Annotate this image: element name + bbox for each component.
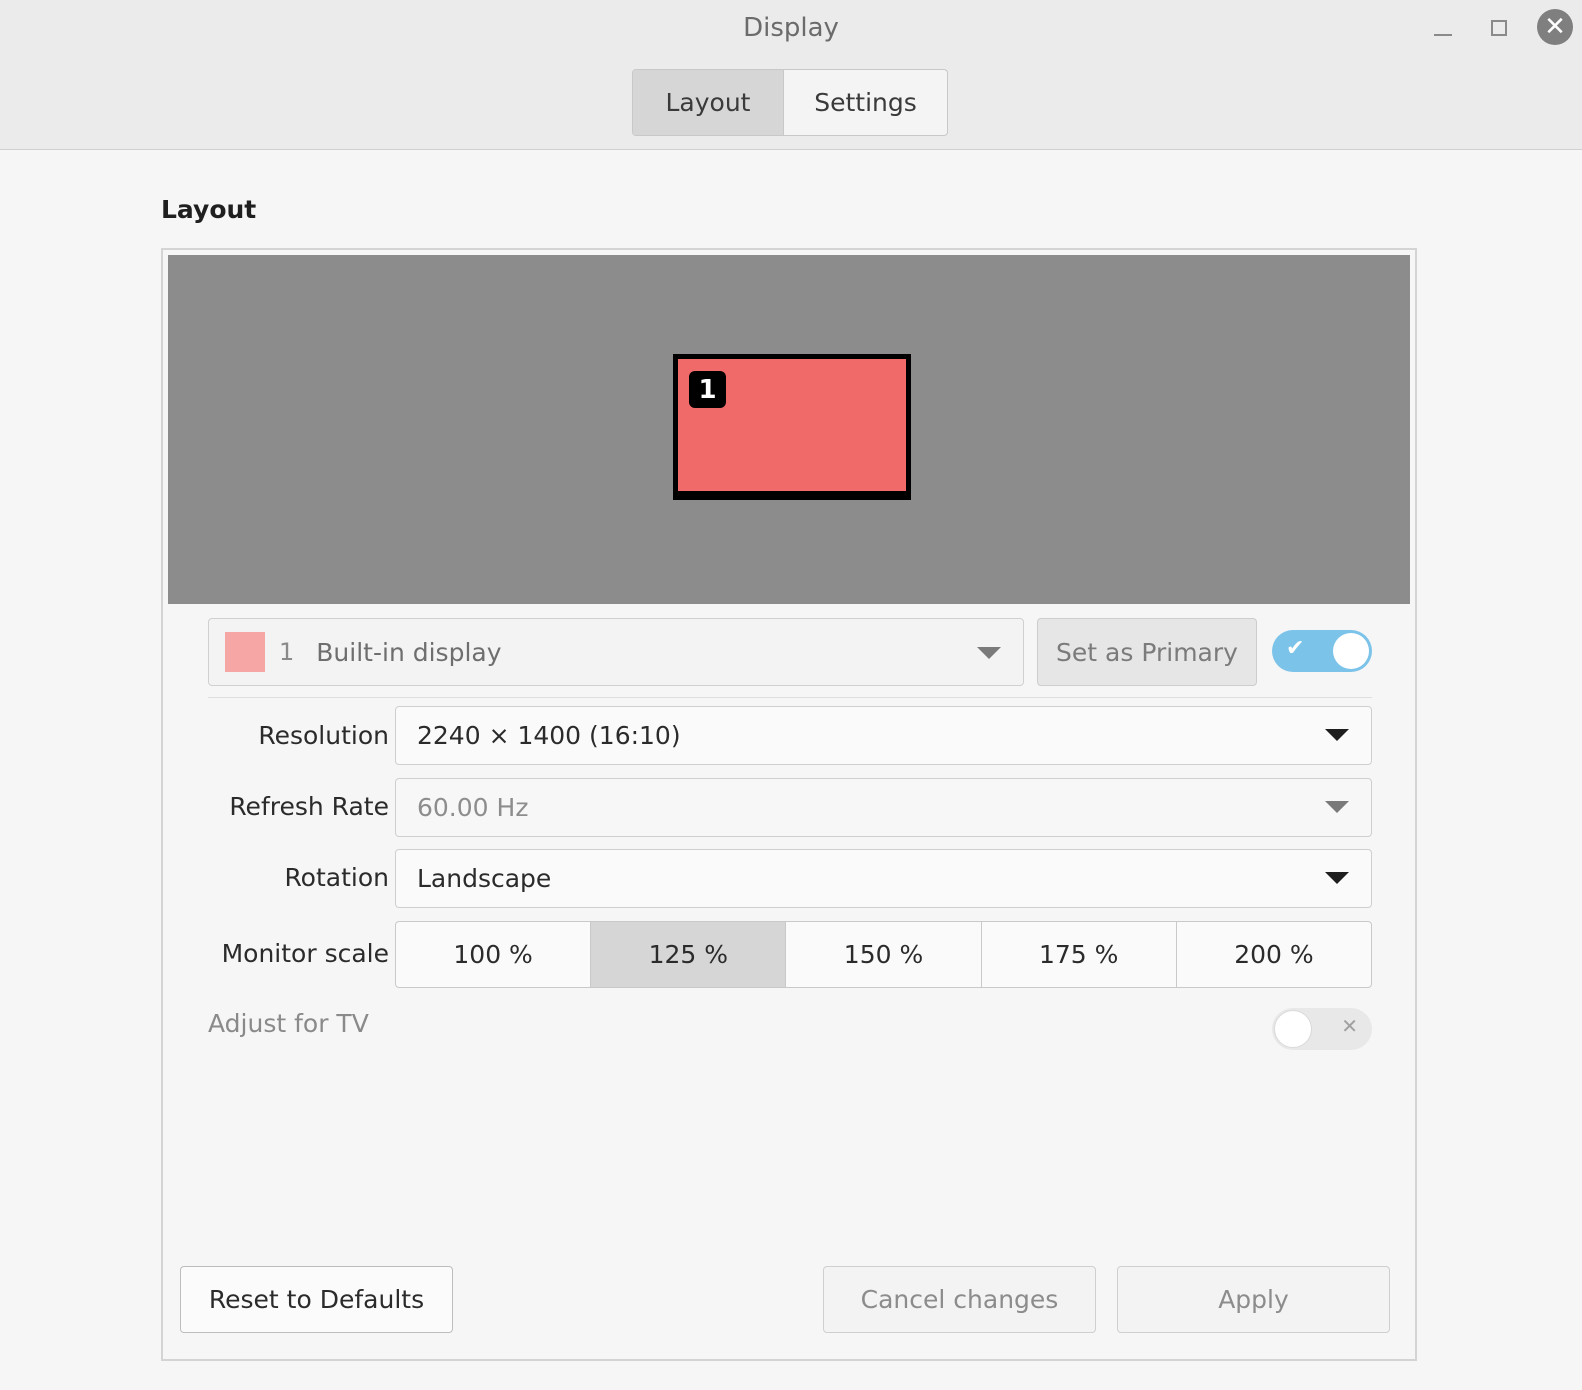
maximize-icon: [1491, 20, 1507, 36]
display-selector[interactable]: 1 Built-in display: [208, 618, 1024, 686]
scale-175-button[interactable]: 175 %: [980, 922, 1176, 987]
monitor-scale-group: 100 % 125 % 150 % 175 % 200 %: [395, 921, 1372, 988]
display-color-swatch: [225, 632, 265, 672]
divider: [208, 697, 1372, 698]
chevron-down-icon: [1325, 872, 1349, 884]
apply-button[interactable]: Apply: [1117, 1266, 1390, 1333]
display-number: 1: [279, 638, 295, 666]
chevron-down-icon: [977, 647, 1001, 659]
minimize-button[interactable]: [1425, 12, 1461, 44]
refresh-rate-label: Refresh Rate: [229, 792, 389, 821]
toggle-knob: [1274, 1010, 1312, 1048]
adjust-for-tv-toggle[interactable]: ✕: [1272, 1008, 1372, 1050]
title-bar: Display ✕ Layout Settings: [0, 0, 1582, 150]
resolution-label: Resolution: [258, 721, 389, 750]
resolution-value: 2240 × 1400 (16:10): [417, 721, 681, 750]
tab-layout[interactable]: Layout: [633, 70, 783, 135]
window-title: Display: [743, 13, 839, 43]
rotation-label: Rotation: [284, 863, 389, 892]
monitor-number-badge: 1: [689, 371, 726, 408]
tab-settings[interactable]: Settings: [783, 70, 947, 135]
rotation-combo[interactable]: Landscape: [395, 849, 1372, 908]
adjust-for-tv-label: Adjust for TV: [208, 1009, 369, 1038]
checkmark-icon: ✔: [1286, 636, 1305, 661]
cancel-changes-button[interactable]: Cancel changes: [823, 1266, 1096, 1333]
scale-200-button[interactable]: 200 %: [1175, 922, 1371, 987]
section-title: Layout: [161, 195, 257, 224]
scale-100-button[interactable]: 100 %: [396, 922, 590, 987]
set-as-primary-button[interactable]: Set as Primary: [1037, 618, 1257, 686]
toggle-knob: [1333, 633, 1369, 669]
maximize-button[interactable]: [1481, 12, 1517, 44]
close-button[interactable]: ✕: [1537, 9, 1573, 45]
scale-150-button[interactable]: 150 %: [785, 922, 980, 987]
refresh-rate-value: 60.00 Hz: [417, 793, 529, 822]
display-enabled-toggle[interactable]: ✔: [1272, 630, 1372, 672]
minimize-icon: [1434, 34, 1452, 36]
reset-to-defaults-button[interactable]: Reset to Defaults: [180, 1266, 453, 1333]
scale-125-button[interactable]: 125 %: [590, 922, 786, 987]
chevron-down-icon: [1325, 729, 1349, 741]
monitor-1-tile[interactable]: 1: [673, 354, 911, 500]
refresh-rate-combo[interactable]: 60.00 Hz: [395, 778, 1372, 837]
monitor-layout-preview: 1: [168, 255, 1410, 604]
close-icon: ✕: [1544, 12, 1566, 42]
rotation-value: Landscape: [417, 864, 552, 893]
display-name: Built-in display: [316, 637, 502, 667]
chevron-down-icon: [1325, 801, 1349, 813]
resolution-combo[interactable]: 2240 × 1400 (16:10): [395, 706, 1372, 765]
x-icon: ✕: [1341, 1014, 1358, 1038]
monitor-scale-label: Monitor scale: [221, 939, 389, 968]
tab-bar: Layout Settings: [632, 69, 948, 136]
layout-panel: 1 1 Built-in display Set as Primary ✔ Re…: [161, 248, 1417, 1361]
